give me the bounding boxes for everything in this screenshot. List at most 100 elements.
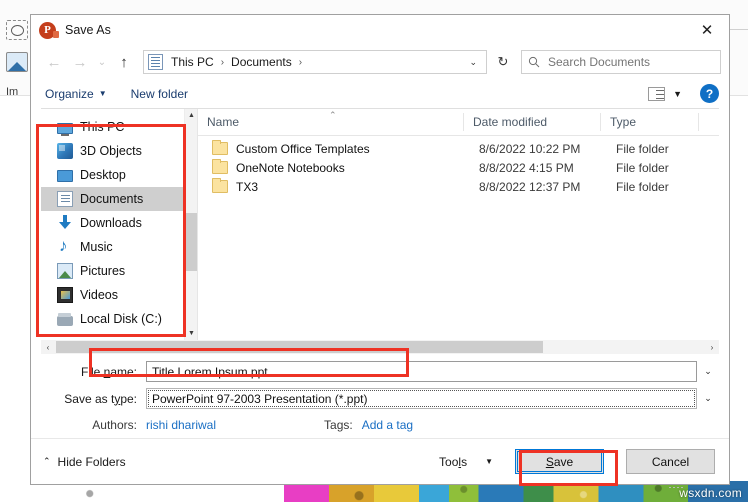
scroll-down-icon[interactable]: ▼ xyxy=(185,327,198,340)
recent-locations-icon[interactable]: ⌄ xyxy=(93,49,111,75)
scrollbar-thumb[interactable] xyxy=(56,341,543,353)
help-icon[interactable]: ? xyxy=(700,84,719,103)
column-headers: Name Date modified Type ⌃ xyxy=(198,109,719,136)
chevron-down-icon: ▼ xyxy=(485,457,493,466)
close-icon[interactable]: ✕ xyxy=(685,15,729,45)
sidebar-item-label: Videos xyxy=(80,288,118,302)
column-header-extra[interactable] xyxy=(698,113,719,131)
scroll-left-icon[interactable]: ‹ xyxy=(41,340,55,354)
filename-input[interactable] xyxy=(146,361,697,382)
horizontal-scrollbar[interactable]: ‹ › xyxy=(41,340,719,354)
sidebar-item-pictures[interactable]: Pictures xyxy=(41,259,184,283)
sort-ascending-icon: ⌃ xyxy=(329,110,337,120)
disk-icon xyxy=(57,312,73,326)
cell-type: File folder xyxy=(616,160,669,175)
column-header-type[interactable]: Type xyxy=(600,113,698,131)
site-watermark: wsxdn.com xyxy=(679,486,742,500)
back-icon[interactable]: ← xyxy=(41,49,67,75)
form-area: File name: ⌄ Save as type: PowerPoint 97… xyxy=(31,354,729,436)
sidebar-item-this-pc[interactable]: This PC xyxy=(41,115,184,139)
add-a-tag-link[interactable]: Add a tag xyxy=(362,418,413,432)
cell-name: Custom Office Templates xyxy=(236,141,370,156)
chevron-down-icon: ▼ xyxy=(673,88,682,99)
cell-type: File folder xyxy=(616,179,669,194)
view-list-icon xyxy=(648,86,666,101)
filetype-row: Save as type: PowerPoint 97-2003 Present… xyxy=(41,387,719,410)
save-button[interactable]: Save xyxy=(515,449,604,474)
filetype-dropdown-icon[interactable]: ⌄ xyxy=(697,388,719,409)
desktop-icon xyxy=(57,170,73,182)
sidebar-item-label: Documents xyxy=(80,192,144,206)
search-box[interactable] xyxy=(521,50,721,74)
sidebar-item-desktop[interactable]: Desktop xyxy=(41,163,184,187)
sidebar-item-downloads[interactable]: Downloads xyxy=(41,211,184,235)
cell-date-modified: 8/8/2022 12:37 PM xyxy=(479,179,581,194)
table-row[interactable]: OneNote Notebooks 8/8/2022 4:15 PM File … xyxy=(198,158,719,177)
chevron-down-icon: ▼ xyxy=(98,89,107,98)
sidebar-item-label: Local Disk (C:) xyxy=(80,312,162,326)
sidebar-item-label: 3D Objects xyxy=(80,144,142,158)
dialog-body: This PC 3D Objects Desktop Documents Dow… xyxy=(41,108,719,340)
filetype-select[interactable]: PowerPoint 97-2003 Presentation (*.ppt) xyxy=(146,388,697,409)
sidebar-item-label: Pictures xyxy=(80,264,126,278)
powerpoint-icon xyxy=(39,21,59,39)
cell-date-modified: 8/6/2022 10:22 PM xyxy=(479,141,581,156)
hide-folders-button[interactable]: ⌃ Hide Folders xyxy=(43,455,126,469)
cell-name: OneNote Notebooks xyxy=(236,160,345,175)
sidebar-tree: This PC 3D Objects Desktop Documents Dow… xyxy=(41,109,184,340)
cell-date-modified: 8/8/2022 4:15 PM xyxy=(479,160,574,175)
sidebar-scrollbar[interactable]: ▲ ▼ xyxy=(184,109,197,340)
folder-icon xyxy=(212,159,228,174)
sidebar-item-local-disk[interactable]: Local Disk (C:) xyxy=(41,307,184,331)
filetype-label: Save as type: xyxy=(64,391,137,406)
scroll-right-icon[interactable]: › xyxy=(705,340,719,354)
address-dropdown-icon[interactable]: ⌄ xyxy=(464,57,482,68)
refresh-icon[interactable]: ↻ xyxy=(491,50,515,74)
table-row[interactable]: TX3 8/8/2022 12:37 PM File folder xyxy=(198,177,719,196)
organize-label: Organize xyxy=(45,86,94,101)
forward-icon[interactable]: → xyxy=(67,49,93,75)
authors-value[interactable]: rishi dhariwal xyxy=(146,418,216,432)
breadcrumb-this-pc[interactable]: This PC xyxy=(168,55,217,69)
picture-icon[interactable] xyxy=(6,52,28,72)
view-mode-button[interactable]: ▼ xyxy=(648,86,682,101)
documents-folder-icon xyxy=(148,54,163,70)
breadcrumb-documents[interactable]: Documents xyxy=(228,55,295,69)
scrollbar-thumb[interactable] xyxy=(186,213,197,271)
downloads-icon xyxy=(57,215,73,231)
up-icon[interactable]: ↑ xyxy=(111,49,137,75)
dialog-footer: ⌃ Hide Folders Tools ▼ Save Cancel xyxy=(31,438,729,484)
metadata-row: Authors: rishi dhariwal Tags: Add a tag xyxy=(41,414,719,436)
videos-icon xyxy=(57,287,73,303)
sidebar-item-label: This PC xyxy=(80,120,125,134)
filename-row: File name: ⌄ xyxy=(41,360,719,383)
scroll-up-icon[interactable]: ▲ xyxy=(185,109,198,122)
cell-type: File folder xyxy=(616,141,669,156)
tools-label: Tools xyxy=(439,454,468,469)
cancel-button[interactable]: Cancel xyxy=(626,449,715,474)
sidebar-item-videos[interactable]: Videos xyxy=(41,283,184,307)
sidebar-item-label: Music xyxy=(80,240,113,254)
organize-button[interactable]: Organize ▼ xyxy=(45,87,107,101)
authors-label: Authors: xyxy=(92,418,137,432)
filename-label: File name: xyxy=(80,364,137,379)
filename-dropdown-icon[interactable]: ⌄ xyxy=(697,361,719,382)
new-folder-button[interactable]: New folder xyxy=(131,87,188,101)
breadcrumb-separator-icon: › xyxy=(220,56,225,68)
navigation-bar: ← → ⌄ ↑ This PC › Documents › ⌄ ↻ xyxy=(31,45,729,79)
dialog-title-bar: Save As ✕ xyxy=(31,15,729,45)
music-icon xyxy=(57,236,73,256)
sidebar-item-3d-objects[interactable]: 3D Objects xyxy=(41,139,184,163)
tools-button[interactable]: Tools ▼ xyxy=(439,455,493,469)
save-as-dialog: Save As ✕ ← → ⌄ ↑ This PC › Documents › … xyxy=(30,14,730,485)
dialog-title: Save As xyxy=(65,23,111,37)
screenshot-icon[interactable] xyxy=(6,20,28,40)
sidebar-item-label: Desktop xyxy=(80,168,126,182)
table-row[interactable]: Custom Office Templates 8/6/2022 10:22 P… xyxy=(198,139,719,158)
column-header-date-modified[interactable]: Date modified xyxy=(463,113,600,131)
sidebar-item-music[interactable]: Music xyxy=(41,235,184,259)
address-bar[interactable]: This PC › Documents › ⌄ xyxy=(143,50,487,74)
sidebar-item-documents[interactable]: Documents xyxy=(41,187,184,211)
cell-name: TX3 xyxy=(236,179,259,194)
search-input[interactable] xyxy=(546,54,714,70)
